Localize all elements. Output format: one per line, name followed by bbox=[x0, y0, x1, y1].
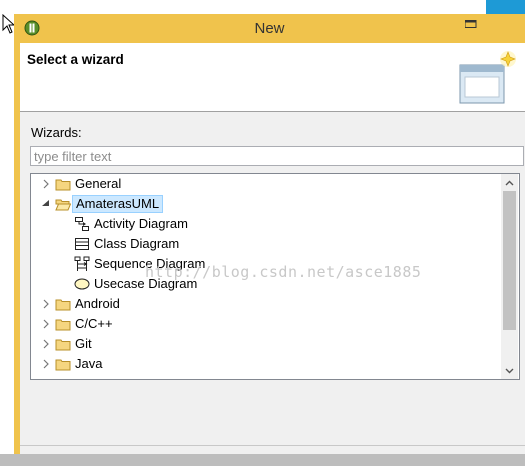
activity-diagram-icon bbox=[75, 217, 89, 231]
folder-icon bbox=[55, 339, 71, 351]
tree-item-label: C/C++ bbox=[75, 316, 113, 331]
folder-icon bbox=[55, 319, 71, 331]
mouse-cursor-icon bbox=[2, 14, 14, 34]
tree-item-activity-diagram[interactable]: Activity Diagram bbox=[31, 214, 501, 234]
tree-item-android[interactable]: Android bbox=[31, 294, 501, 314]
tree-item-class-diagram[interactable]: Class Diagram bbox=[31, 234, 501, 254]
folder-icon bbox=[55, 299, 71, 311]
minimize-icon bbox=[465, 20, 477, 28]
folder-icon bbox=[55, 179, 71, 191]
sequence-diagram-icon bbox=[74, 256, 90, 271]
wizards-label: Wizards: bbox=[31, 125, 82, 140]
dialog-client-area: Select a wizard Wizards: General bbox=[20, 43, 525, 454]
tree-item-c-cpp[interactable]: C/C++ bbox=[31, 314, 501, 334]
chevron-right-icon[interactable] bbox=[41, 319, 51, 329]
scroll-down-button[interactable] bbox=[501, 362, 518, 379]
tree-item-label: Git bbox=[75, 336, 92, 351]
separator bbox=[20, 445, 525, 446]
new-wizard-banner-icon bbox=[459, 51, 516, 104]
usecase-diagram-icon bbox=[74, 278, 90, 290]
folder-icon bbox=[55, 359, 71, 371]
tree-item-label: AmaterasUML bbox=[72, 195, 164, 213]
page-title: Select a wizard bbox=[27, 52, 124, 67]
filter-input[interactable] bbox=[30, 146, 524, 166]
scrollbar-thumb[interactable] bbox=[503, 191, 516, 330]
new-wizard-dialog: New Select a wizard Wizards: type filter… bbox=[14, 14, 525, 454]
tree-item-general[interactable]: General bbox=[31, 174, 501, 194]
chevron-right-icon[interactable] bbox=[41, 339, 51, 349]
chevron-down-icon[interactable] bbox=[41, 199, 51, 209]
tree-item-java[interactable]: Java bbox=[31, 354, 501, 374]
tree-item-git[interactable]: Git bbox=[31, 334, 501, 354]
tree-item-amaterasuml[interactable]: AmaterasUML bbox=[31, 194, 501, 214]
taskbar bbox=[0, 454, 525, 466]
watermark-text: http://blog.csdn.net/asce1885 bbox=[145, 263, 422, 281]
wizard-banner: Select a wizard bbox=[20, 43, 525, 112]
tree-item-label: General bbox=[75, 176, 122, 191]
window-title: New bbox=[254, 20, 285, 37]
folder-open-icon bbox=[55, 199, 71, 211]
chevron-right-icon[interactable] bbox=[41, 299, 51, 309]
chevron-down-icon bbox=[505, 368, 514, 373]
chevron-up-icon bbox=[505, 180, 514, 185]
tree-vertical-scrollbar[interactable] bbox=[501, 174, 518, 379]
scroll-up-button[interactable] bbox=[501, 174, 518, 191]
minimize-button[interactable] bbox=[457, 16, 485, 34]
chevron-right-icon[interactable] bbox=[41, 359, 51, 369]
chevron-right-icon[interactable] bbox=[41, 179, 51, 189]
tree-item-label: Class Diagram bbox=[94, 236, 180, 251]
class-diagram-icon bbox=[75, 238, 89, 250]
title-bar[interactable]: New bbox=[14, 14, 525, 42]
desktop-background bbox=[0, 0, 14, 466]
tree-item-label: Android bbox=[75, 296, 120, 311]
tree-item-label: Activity Diagram bbox=[94, 216, 188, 231]
tree-item-label: Java bbox=[75, 356, 103, 371]
